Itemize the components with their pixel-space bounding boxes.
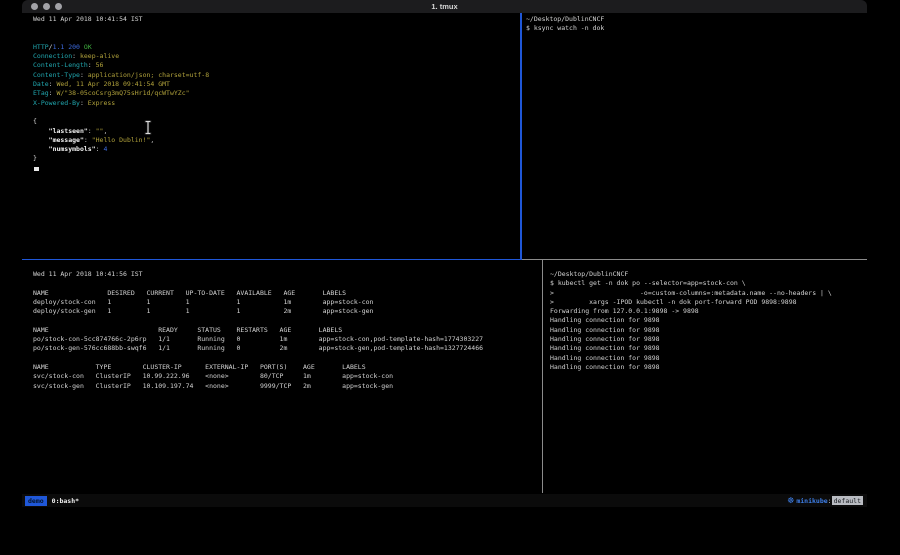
- kube-namespace-badge: default: [832, 496, 863, 505]
- terminal-line: ~/Desktop/DublinCNCF: [550, 270, 866, 279]
- terminal-line: [33, 108, 515, 117]
- terminal-line: Handling connection for 9898: [550, 316, 866, 325]
- terminal-line: Handling connection for 9898: [550, 363, 866, 372]
- terminal-line: NAME READY STATUS RESTARTS AGE LABELS: [33, 326, 541, 335]
- terminal-line: Date: Wed, 11 Apr 2018 09:41:54 GMT: [33, 80, 515, 89]
- window-tab-label[interactable]: 0:bash*: [52, 497, 79, 505]
- terminal-cursor: [34, 167, 39, 171]
- terminal-line: Handling connection for 9898: [550, 344, 866, 353]
- desktop: 1. tmux Wed 11 Apr 2018 10:41:54 IST HTTP…: [0, 0, 900, 555]
- terminal-line: {: [33, 117, 515, 126]
- terminal-line: NAME DESIRED CURRENT UP-TO-DATE AVAILABL…: [33, 289, 541, 298]
- terminal-line: po/stock-gen-576cc688bb-swqf6 1/1 Runnin…: [33, 344, 541, 353]
- terminal-line: svc/stock-con ClusterIP 10.99.222.96 <no…: [33, 372, 541, 381]
- terminal-line: po/stock-con-5cc874766c-2p6rp 1/1 Runnin…: [33, 335, 541, 344]
- window-titlebar[interactable]: 1. tmux: [22, 0, 867, 13]
- terminal-line: Handling connection for 9898: [550, 354, 866, 363]
- terminal-line: "lastseen": "",: [33, 127, 515, 136]
- terminal-line: Wed 11 Apr 2018 10:41:56 IST: [33, 270, 541, 279]
- terminal-line: > xargs -IPOD kubectl -n dok port-forwar…: [550, 298, 866, 307]
- kubernetes-icon: ☸: [787, 494, 794, 507]
- terminal-line: ~/Desktop/DublinCNCF: [526, 15, 866, 24]
- terminal-line: [33, 279, 541, 288]
- pane-http-response[interactable]: Wed 11 Apr 2018 10:41:54 IST HTTP/1.1 200…: [22, 13, 519, 258]
- pane-port-forward[interactable]: ~/Desktop/DublinCNCF$ kubectl get -n dok…: [543, 260, 866, 493]
- tmux-status-bar: demo 0:bash* ☸ minikube : default: [22, 494, 867, 507]
- terminal-line: [33, 34, 515, 43]
- terminal-line: X-Powered-By: Express: [33, 99, 515, 108]
- pane-kubectl-resources[interactable]: Wed 11 Apr 2018 10:41:56 IST NAME DESIRED…: [22, 260, 541, 493]
- pane-ksync-watch[interactable]: ~/Desktop/DublinCNCF$ ksync watch -n dok: [522, 13, 866, 258]
- terminal-line: Handling connection for 9898: [550, 335, 866, 344]
- mouse-ibeam-cursor: [143, 120, 153, 135]
- pane-border-horizontal-active: [22, 259, 522, 261]
- terminal-line: NAME TYPE CLUSTER-IP EXTERNAL-IP PORT(S)…: [33, 363, 541, 372]
- terminal-line: deploy/stock-con 1 1 1 1 1m app=stock-co…: [33, 298, 541, 307]
- terminal-line: [33, 24, 515, 33]
- terminal-window: 1. tmux Wed 11 Apr 2018 10:41:54 IST HTTP…: [22, 0, 867, 530]
- terminal-line: Forwarding from 127.0.0.1:9898 -> 9898: [550, 307, 866, 316]
- terminal-line: [33, 354, 541, 363]
- terminal-line: Wed 11 Apr 2018 10:41:54 IST: [33, 15, 515, 24]
- kube-context-name: minikube: [796, 497, 827, 505]
- terminal-line: deploy/stock-gen 1 1 1 1 2m app=stock-ge…: [33, 307, 541, 316]
- pane-border-vertical: [542, 260, 543, 493]
- kube-context-status: ☸ minikube : default: [787, 494, 863, 507]
- terminal-line: ETag: W/"38-05coCsrg3mQ75sHr1d/qcWTwYZc": [33, 89, 515, 98]
- session-name-badge[interactable]: demo: [25, 496, 47, 506]
- terminal-line: Content-Length: 56: [33, 61, 515, 70]
- terminal-line: "message": "Hello Dublin!",: [33, 136, 515, 145]
- terminal-line: Connection: keep-alive: [33, 52, 515, 61]
- terminal-line: $ kubectl get -n dok po --selector=app=s…: [550, 279, 866, 288]
- terminal-line: HTTP/1.1 200 OK: [33, 43, 515, 52]
- terminal-line: Content-Type: application/json; charset=…: [33, 71, 515, 80]
- pane-border-vertical-active: [520, 13, 522, 259]
- terminal-line: }: [33, 154, 515, 163]
- terminal-line: [33, 316, 541, 325]
- terminal-line: "numsymbols": 4: [33, 145, 515, 154]
- terminal-line: Handling connection for 9898: [550, 326, 866, 335]
- pane-border-horizontal: [522, 259, 867, 260]
- window-title: 1. tmux: [22, 0, 867, 13]
- terminal-line: svc/stock-gen ClusterIP 10.109.197.74 <n…: [33, 382, 541, 391]
- terminal-line: $ ksync watch -n dok: [526, 24, 866, 33]
- terminal-line: > -o=custom-columns=:metadata.name --no-…: [550, 289, 866, 298]
